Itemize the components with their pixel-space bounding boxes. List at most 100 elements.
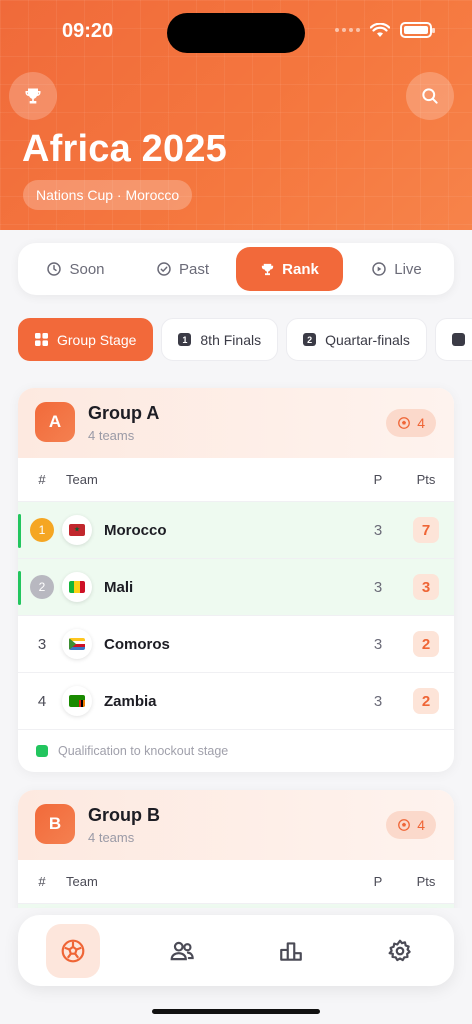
tab-live[interactable]: Live	[343, 247, 450, 291]
tab-label: Live	[394, 260, 422, 278]
tab-rank[interactable]: Rank	[236, 247, 343, 291]
played-value: 3	[373, 692, 383, 710]
points-badge: 2	[413, 631, 439, 657]
points-cell: 7	[398, 517, 454, 543]
matches-count: 4	[417, 415, 425, 431]
nav-settings[interactable]	[373, 924, 427, 978]
col-pos: #	[38, 874, 46, 889]
chip-label: Group Stage	[57, 331, 137, 348]
search-icon	[422, 88, 438, 104]
home-indicator	[152, 1009, 320, 1014]
table-row[interactable]: 3 Comoros 3 2	[18, 616, 454, 673]
legend-text: Qualification to knockout stage	[58, 744, 229, 758]
table-row[interactable]	[18, 904, 454, 908]
points-badge: 3	[413, 574, 439, 600]
podium-icon	[279, 941, 302, 961]
settings-gear-icon	[388, 939, 411, 961]
flag-zambia-icon	[62, 686, 92, 716]
flag-morocco-icon	[62, 515, 92, 545]
stage-number-badge: 1	[178, 333, 192, 346]
group-team-count: 4 teams	[88, 830, 135, 845]
team-name: Mali	[104, 578, 134, 596]
wifi-icon	[370, 22, 390, 37]
points-badge: 7	[413, 517, 439, 543]
soccer-ball-icon	[398, 417, 411, 429]
stage-number-badge	[451, 333, 465, 346]
col-points: Pts	[416, 472, 436, 487]
tournament-subtitle: Nations Cup · Morocco	[23, 180, 193, 210]
trophy-button[interactable]	[9, 72, 57, 120]
group-card-a: A Group A 4 teams 4 # Team P Pts 1 Moroc	[18, 388, 454, 772]
group-letter-badge: B	[35, 804, 75, 844]
nav-rankings[interactable]	[264, 924, 318, 978]
tab-past[interactable]: Past	[129, 247, 236, 291]
stage-filter: Group Stage 1 8th Finals 2 Quartar-final…	[18, 318, 472, 361]
group-header[interactable]: B Group B 4 teams 4	[18, 790, 454, 860]
soccer-ball-icon	[398, 819, 411, 831]
chip-next-stage[interactable]	[434, 318, 472, 361]
segment-tabs: Soon Past Rank Live	[18, 243, 454, 295]
team-name: Zambia	[104, 692, 157, 710]
col-played: P	[373, 874, 383, 889]
legend-color-swatch	[36, 745, 48, 757]
app-header: 09:20 Africa 2025 Nations Cup · Morocco	[0, 0, 472, 230]
played-value: 3	[373, 521, 383, 539]
soccer-ball-icon	[61, 939, 84, 962]
rank-cell: 1	[18, 518, 66, 542]
page-title: Africa 2025	[22, 128, 228, 170]
tab-label: Soon	[69, 260, 105, 278]
status-icons	[335, 22, 435, 38]
col-points: Pts	[416, 874, 436, 889]
group-letter-badge: A	[35, 402, 75, 442]
chip-8th-finals[interactable]: 1 8th Finals	[161, 318, 279, 361]
play-circle-icon	[372, 262, 386, 276]
chip-quarter-finals[interactable]: 2 Quartar-finals	[286, 318, 427, 361]
bottom-navigation	[18, 915, 454, 986]
team-cell: Comoros	[62, 629, 358, 659]
users-icon	[170, 941, 194, 960]
col-team: Team	[66, 472, 98, 487]
tab-soon[interactable]: Soon	[22, 247, 129, 291]
team-name: Comoros	[104, 635, 170, 653]
matches-badge[interactable]: 4	[386, 811, 436, 839]
table-header: # Team P Pts	[18, 458, 454, 502]
tab-label: Rank	[282, 260, 319, 278]
table-row[interactable]: 2 Mali 3 3	[18, 559, 454, 616]
col-team: Team	[66, 874, 98, 889]
chip-group-stage[interactable]: Group Stage	[18, 318, 154, 361]
played-value: 3	[373, 635, 383, 653]
rank-medal: 1	[30, 518, 54, 542]
points-cell: 2	[398, 631, 454, 657]
nav-teams[interactable]	[155, 924, 209, 978]
standings-scroll[interactable]: A Group A 4 teams 4 # Team P Pts 1 Moroc	[0, 370, 472, 908]
stage-number-badge: 2	[303, 333, 317, 346]
search-button[interactable]	[406, 72, 454, 120]
flag-comoros-icon	[62, 629, 92, 659]
points-cell: 3	[398, 574, 454, 600]
table-row[interactable]: 1 Morocco 3 7	[18, 502, 454, 559]
team-cell: Zambia	[62, 686, 358, 716]
team-cell: Mali	[62, 572, 358, 602]
rank-value: 4	[37, 692, 47, 710]
points-badge: 2	[413, 688, 439, 714]
matches-badge[interactable]: 4	[386, 409, 436, 437]
tab-label: Past	[178, 260, 209, 278]
group-title: Group B	[88, 805, 160, 825]
matches-count: 4	[417, 817, 425, 833]
status-time: 09:20	[62, 20, 114, 42]
flag-mali-icon	[62, 572, 92, 602]
rank-cell: 2	[18, 575, 66, 599]
table-row[interactable]: 4 Zambia 3 2	[18, 673, 454, 730]
points-cell: 2	[398, 688, 454, 714]
chip-label: Quartar-finals	[325, 331, 410, 348]
nav-matches[interactable]	[45, 923, 100, 978]
rank-value: 3	[37, 635, 47, 653]
group-header[interactable]: A Group A 4 teams 4	[18, 388, 454, 458]
trophy-icon	[262, 263, 274, 275]
qualification-legend: Qualification to knockout stage	[18, 730, 454, 772]
check-circle-icon	[157, 262, 171, 276]
cellular-signal-icon	[335, 28, 360, 32]
col-played: P	[373, 472, 383, 487]
group-card-b: B Group B 4 teams 4 # Team P Pts	[18, 790, 454, 908]
col-pos: #	[38, 472, 46, 487]
